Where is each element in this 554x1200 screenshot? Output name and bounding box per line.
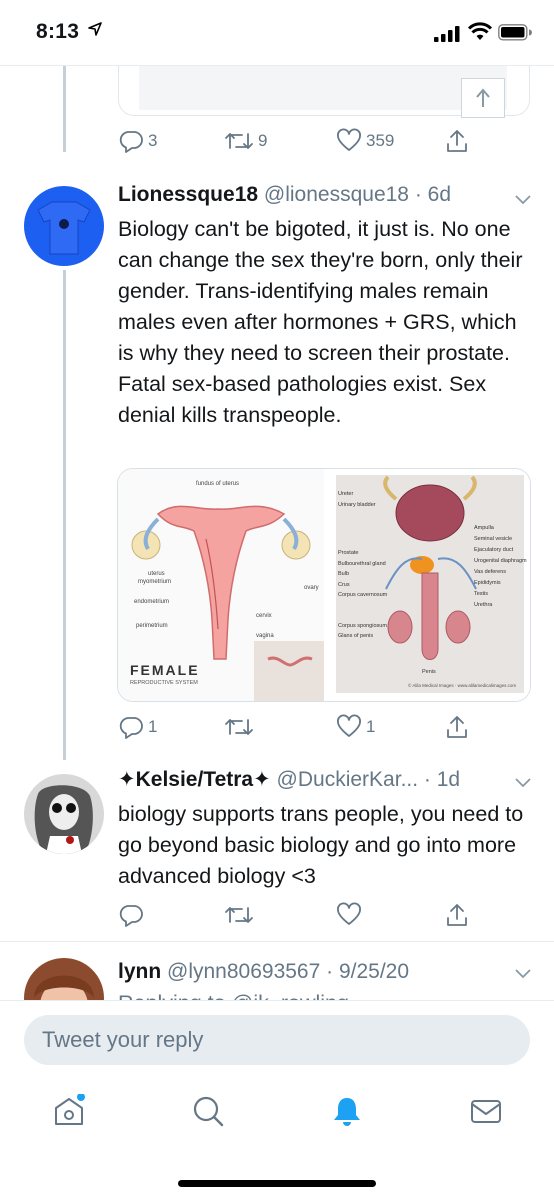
reply-count: 1 xyxy=(148,717,158,736)
thread-line xyxy=(63,66,66,152)
reply-input[interactable]: Tweet your reply xyxy=(24,1015,530,1065)
notifications-icon xyxy=(334,1098,360,1126)
like-button[interactable]: 1 xyxy=(336,712,375,742)
display-name[interactable]: lynn xyxy=(118,960,161,983)
status-bar: 8:13 xyxy=(0,0,554,66)
reply-icon xyxy=(119,717,143,739)
heart-icon xyxy=(337,714,361,737)
tweet-header: lynn @lynn80693567 · 9/25/20 xyxy=(118,960,409,984)
reply-icon xyxy=(119,905,143,927)
reply-button[interactable]: 3 xyxy=(118,126,157,156)
tweet-text: biology supports trans people, you need … xyxy=(118,802,524,888)
tweet-header: Lionessque18 @lionessque18 · 6d xyxy=(118,183,451,207)
label-endometrium: endometrium xyxy=(134,599,169,605)
display-name[interactable]: Lionessque18 xyxy=(118,183,258,206)
user-handle[interactable]: @lionessque18 xyxy=(264,183,409,206)
user-handle[interactable]: @DuckierKar... xyxy=(277,768,419,791)
label-myometrium: myometrium xyxy=(138,579,171,585)
media-image-male[interactable]: Ureter Urinary bladder Prostate Bulboure… xyxy=(326,469,530,701)
retweet-button[interactable] xyxy=(224,900,254,930)
tab-notifications[interactable] xyxy=(330,1094,364,1128)
label-ovary: ovary xyxy=(304,585,319,591)
tab-search[interactable] xyxy=(191,1094,225,1128)
label-vagina: vagina xyxy=(256,633,274,639)
tweet-time: · 6d xyxy=(414,183,452,206)
like-count: 1 xyxy=(366,717,376,736)
tweet-divider xyxy=(0,941,554,942)
retweet-icon xyxy=(225,133,253,149)
chevron-down-icon[interactable] xyxy=(512,771,534,793)
like-count: 359 xyxy=(366,131,395,150)
arrow-up-icon xyxy=(461,78,505,118)
retweet-button[interactable] xyxy=(224,712,258,742)
chevron-down-icon[interactable] xyxy=(512,188,534,210)
avatar[interactable] xyxy=(24,774,104,854)
tweet-header: ✦Kelsie/Tetra✦ @DuckierKar... · 1d xyxy=(118,767,460,792)
share-icon xyxy=(447,130,467,152)
male-label-penis: Penis xyxy=(422,669,436,675)
tab-home[interactable] xyxy=(52,1093,86,1128)
tweet-text: Biology can't be bigoted, it just is. No… xyxy=(118,217,523,427)
display-name[interactable]: ✦Kelsie/Tetra✦ xyxy=(118,768,271,791)
home-indicator[interactable] xyxy=(178,1180,376,1187)
tweet-actions: 1 1 xyxy=(118,712,478,742)
home-icon xyxy=(55,1093,85,1125)
wifi-icon xyxy=(468,22,492,40)
location-arrow-icon xyxy=(88,22,102,36)
battery-icon xyxy=(498,24,532,41)
male-labels-right: Ampulla Seminal vesicle Ejaculatory duct… xyxy=(474,525,527,608)
male-labels-left: Ureter Urinary bladder Prostate Bulboure… xyxy=(338,491,388,639)
retweet-icon xyxy=(225,719,253,735)
thread-line xyxy=(63,270,66,760)
cellular-signal-icon xyxy=(434,26,460,42)
media-credit: © Alila Medical Images · www.alilamedica… xyxy=(408,683,517,688)
media-image-female[interactable]: fundus of uterus uterus myometrium endom… xyxy=(118,469,324,701)
reply-icon xyxy=(119,131,143,153)
media-title-female: FEMALE xyxy=(130,662,200,678)
media-subtitle-female: REPRODUCTIVE SYSTEM xyxy=(130,680,198,686)
tweet-media[interactable]: fundus of uterus uterus myometrium endom… xyxy=(117,468,531,702)
retweet-button[interactable]: 9 xyxy=(224,126,267,156)
retweet-icon xyxy=(225,907,253,923)
label-uterus: uterus xyxy=(148,571,165,577)
like-button[interactable] xyxy=(336,900,362,930)
tab-messages[interactable] xyxy=(469,1094,503,1128)
replying-to-text: Replying to @jk_rowling xyxy=(118,988,528,1000)
retweet-count: 9 xyxy=(258,131,268,150)
avatar[interactable] xyxy=(24,186,104,266)
label-cervix: cervix xyxy=(256,613,272,619)
status-time: 8:13 xyxy=(36,20,80,43)
messages-icon xyxy=(471,1100,501,1123)
share-button[interactable] xyxy=(444,712,470,742)
label-fundus: fundus of uterus xyxy=(196,481,239,487)
tweet-actions xyxy=(118,900,478,930)
share-icon xyxy=(447,904,467,926)
tweet-time: · 9/25/20 xyxy=(326,960,410,983)
user-handle[interactable]: @lynn80693567 xyxy=(167,960,320,983)
tweet-actions: 3 9 359 xyxy=(118,126,478,156)
chevron-down-icon[interactable] xyxy=(512,962,534,984)
reply-button[interactable]: 1 xyxy=(118,712,157,742)
search-icon xyxy=(193,1096,224,1127)
like-button[interactable]: 359 xyxy=(336,126,394,156)
reply-count: 3 xyxy=(148,131,158,150)
heart-icon xyxy=(337,128,361,151)
tweet-time: · 1d xyxy=(423,768,461,791)
share-button[interactable] xyxy=(444,900,470,930)
share-button[interactable] xyxy=(444,126,470,156)
label-perimetrium: perimetrium xyxy=(136,623,168,629)
share-icon xyxy=(447,716,467,738)
heart-icon xyxy=(337,902,361,925)
quoted-card-tail[interactable] xyxy=(118,66,530,118)
reply-button[interactable] xyxy=(118,900,144,930)
